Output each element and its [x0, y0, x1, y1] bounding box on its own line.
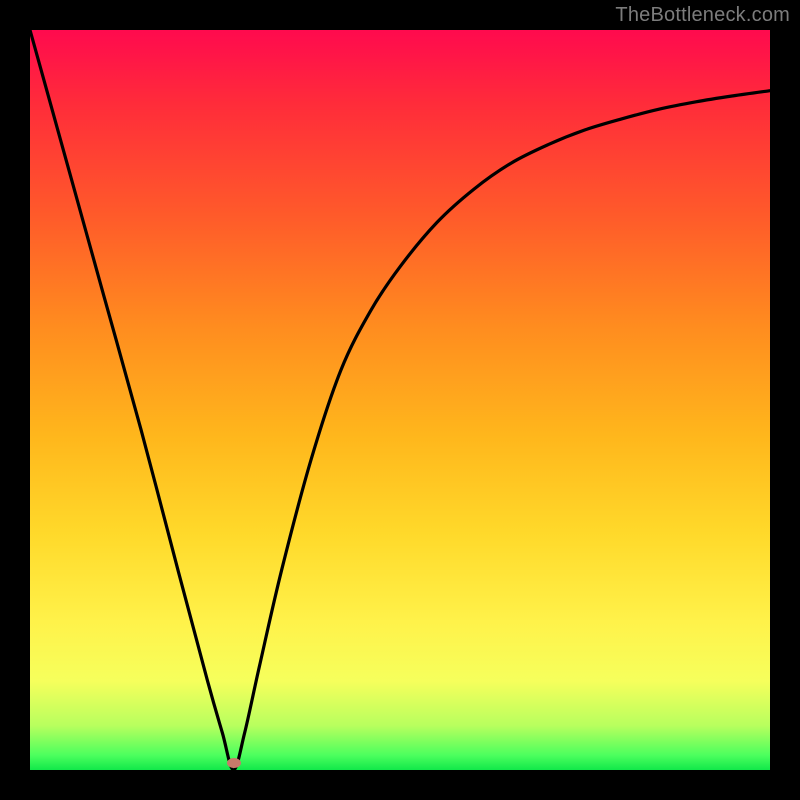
plot-area [30, 30, 770, 770]
chart-stage: TheBottleneck.com [0, 0, 800, 800]
watermark-text: TheBottleneck.com [615, 4, 790, 27]
curve-path [30, 30, 770, 770]
bottleneck-curve [30, 30, 770, 770]
minimum-dot [227, 758, 241, 768]
